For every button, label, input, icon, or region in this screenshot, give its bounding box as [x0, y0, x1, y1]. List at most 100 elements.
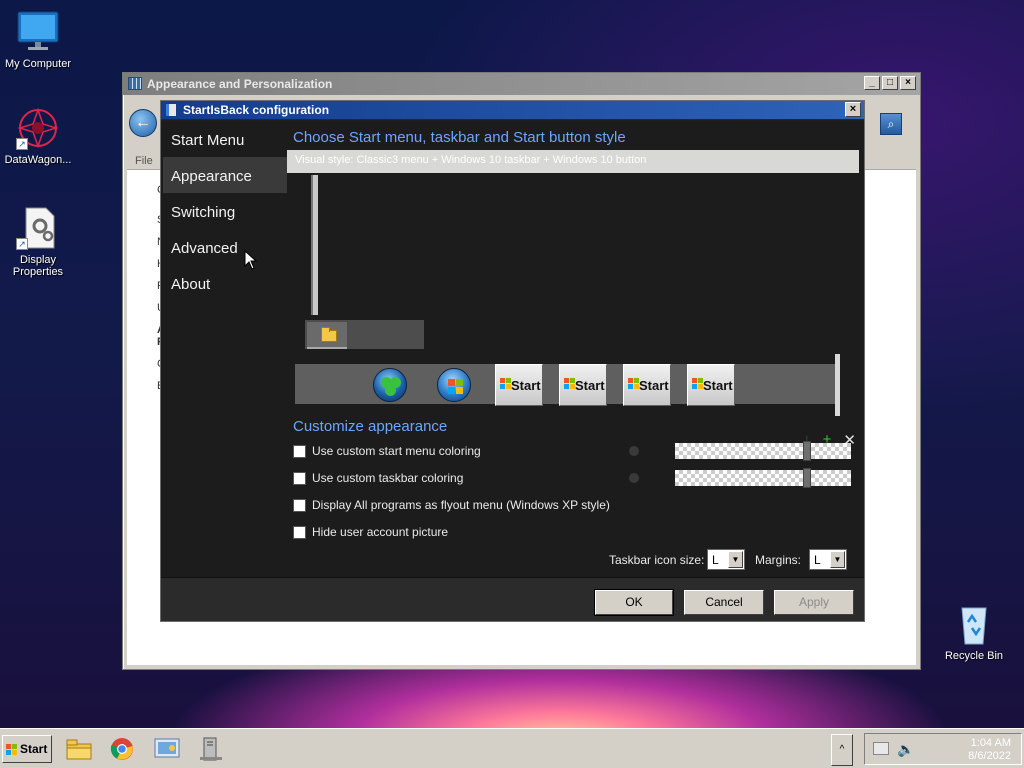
clock[interactable]: 1:04 AM 8/6/2022 [968, 737, 1011, 763]
folder-icon [321, 327, 337, 342]
clover-orb-button[interactable] [373, 368, 407, 402]
option-hide-user-picture[interactable]: Hide user account picture [293, 522, 448, 542]
start-sample-label: Start [639, 378, 669, 393]
file-explorer-icon[interactable] [66, 737, 92, 761]
shortcut-arrow-icon: ↗ [16, 138, 28, 150]
option-label: Display All programs as flyout menu (Win… [312, 498, 610, 512]
desktop-icon-datawagon[interactable]: ↗ DataWagon... [0, 106, 76, 166]
taskbar-preview-slot [307, 322, 347, 349]
start-menu-opacity-slider[interactable] [675, 441, 851, 461]
search-icon[interactable]: ⌕ [880, 113, 902, 135]
control-panel-icon [128, 77, 142, 90]
customize-heading: Customize appearance [293, 418, 448, 435]
option-custom-start-menu-coloring[interactable]: Use custom start menu coloring [293, 441, 481, 461]
datawagon-icon: ↗ [16, 106, 60, 150]
combo-value: L [712, 553, 719, 567]
chrome-icon[interactable] [110, 737, 136, 761]
visual-style-selector[interactable]: Visual style: Classic3 menu + Windows 10… [287, 150, 859, 173]
taskbar-preview [305, 320, 424, 349]
taskbar-opacity-slider[interactable] [675, 468, 851, 488]
cancel-button[interactable]: Cancel [684, 590, 764, 615]
nav-appearance[interactable]: Appearance [163, 157, 287, 193]
desktop-icon-display-properties[interactable]: ↗ Display Properties [0, 206, 76, 278]
windows-flag-icon [564, 378, 575, 389]
outer-titlebar[interactable]: Appearance and Personalization _ □ × [123, 73, 920, 95]
desktop-icon-label: Recycle Bin [944, 650, 1004, 662]
windows-flag-icon [6, 744, 17, 755]
dialog-titlebar[interactable]: StartIsBack configuration × [161, 101, 864, 120]
margins-select[interactable]: L ▼ [809, 549, 847, 570]
taskbar-icon-size-label: Taskbar icon size: [609, 553, 705, 567]
server-icon[interactable] [198, 737, 224, 761]
desktop-icon-label: My Computer [4, 58, 72, 70]
shortcut-arrow-icon: ↗ [16, 238, 28, 250]
appearance-pane: Choose Start menu, taskbar and Start but… [287, 121, 859, 577]
chevron-down-icon[interactable]: ▼ [830, 551, 845, 568]
start-button-sample[interactable]: Start [687, 364, 735, 406]
ok-button[interactable]: OK [594, 589, 674, 616]
back-arrow-icon[interactable]: ← [129, 109, 157, 137]
nav-start-menu[interactable]: Start Menu [163, 121, 287, 157]
start-menu-preview [311, 175, 318, 315]
desktop-icon-label: Display Properties [12, 254, 64, 278]
apply-button[interactable]: Apply [774, 590, 854, 615]
desktop-icon-recycle-bin[interactable]: Recycle Bin [936, 602, 1012, 662]
maximize-button[interactable]: □ [882, 76, 898, 90]
menu-file[interactable]: File [135, 155, 153, 167]
color-dot[interactable] [629, 446, 639, 456]
style-heading: Choose Start menu, taskbar and Start but… [293, 129, 626, 146]
option-label: Use custom taskbar coloring [312, 471, 464, 485]
taskbar: Start ^ 🔈 1:04 AM 8/6/2022 [0, 728, 1024, 768]
windows-flag-icon [628, 378, 639, 389]
checkbox[interactable] [293, 471, 306, 485]
start-sample-label: Start [575, 378, 605, 393]
dialog-close-button[interactable]: × [845, 102, 861, 117]
start-styles-scrollbar[interactable] [835, 354, 840, 416]
chevron-down-icon[interactable]: ▼ [728, 551, 743, 568]
volume-icon[interactable]: 🔈 [897, 741, 914, 758]
close-button[interactable]: × [900, 76, 916, 90]
slider-thumb[interactable] [803, 441, 811, 461]
start-label: Start [20, 742, 48, 756]
monitor-icon [16, 10, 60, 54]
recycle-bin-icon [952, 602, 996, 646]
nav-advanced[interactable]: Advanced [163, 229, 287, 265]
start-sample-label: Start [511, 378, 541, 393]
margins-label: Margins: [755, 553, 802, 567]
windows-flag-icon [692, 378, 703, 389]
checkbox[interactable] [293, 498, 306, 512]
slider-thumb[interactable] [803, 468, 811, 488]
clock-date: 8/6/2022 [968, 750, 1011, 762]
option-flyout-all-programs[interactable]: Display All programs as flyout menu (Win… [293, 495, 610, 515]
nav-about[interactable]: About [163, 265, 287, 301]
control-panel-icon[interactable] [154, 737, 180, 761]
option-custom-taskbar-coloring[interactable]: Use custom taskbar coloring [293, 468, 463, 488]
desktop-icon-label: DataWagon... [4, 154, 72, 166]
color-dot[interactable] [629, 473, 639, 483]
combo-value: L [814, 553, 821, 567]
network-icon[interactable] [873, 742, 889, 755]
start-button-sample[interactable]: Start [495, 364, 543, 406]
startisback-dialog: StartIsBack configuration × Start Menu A… [160, 100, 865, 622]
windows7-orb-button[interactable] [437, 368, 471, 402]
dialog-title: StartIsBack configuration [183, 103, 330, 117]
display-properties-icon: ↗ [16, 206, 60, 250]
system-tray: ^ 🔈 1:04 AM 8/6/2022 [831, 733, 1022, 766]
nav-switching[interactable]: Switching [163, 193, 287, 229]
dialog-footer: OK Cancel Apply [161, 577, 864, 621]
minimize-button[interactable]: _ [864, 76, 880, 90]
side-nav: Start Menu Appearance Switching Advanced… [163, 121, 287, 301]
outer-window-title: Appearance and Personalization [147, 77, 333, 91]
start-button-sample[interactable]: Start [623, 364, 671, 406]
option-label: Hide user account picture [312, 525, 449, 539]
start-button[interactable]: Start [2, 735, 52, 763]
start-button-styles: Start Start Start Start [295, 364, 839, 406]
show-hidden-icons-button[interactable]: ^ [831, 734, 853, 766]
clock-time: 1:04 AM [970, 737, 1011, 749]
taskbar-icon-size-select[interactable]: L ▼ [707, 549, 745, 570]
checkbox[interactable] [293, 444, 306, 458]
start-button-sample[interactable]: Start [559, 364, 607, 406]
start-sample-label: Start [703, 378, 733, 393]
desktop-icon-my-computer[interactable]: My Computer [0, 10, 76, 70]
checkbox[interactable] [293, 525, 306, 539]
